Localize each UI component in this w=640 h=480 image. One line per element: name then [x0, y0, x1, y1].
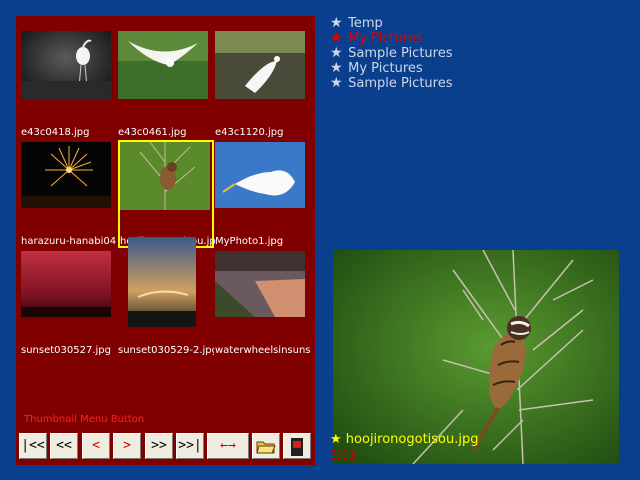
- thumbnail-item[interactable]: sunset030527.jpg: [21, 249, 117, 356]
- swap-button[interactable]: ←→: [207, 433, 249, 459]
- thumbnail-image: [215, 31, 305, 99]
- thumbnail-image: [215, 251, 305, 317]
- thumbnail-item[interactable]: e43c0461.jpg: [118, 31, 214, 138]
- menu-label: Thumbnail Menu Button: [24, 414, 145, 425]
- thumbnail-caption: MyPhoto1.jpg: [215, 236, 284, 247]
- preview-caption: ★ hoojironogotisou.jpg: [330, 432, 479, 447]
- star-icon: ★: [330, 30, 343, 46]
- thumbnail-item-selected[interactable]: hoojironogotisou.jpg: [118, 140, 216, 248]
- swap-icon: ←→: [220, 438, 236, 453]
- star-icon: ★: [330, 432, 342, 447]
- star-icon: ★: [330, 75, 343, 91]
- folder-item[interactable]: ★ My Pictures: [330, 60, 590, 77]
- folder-label: My Pictures: [348, 61, 423, 76]
- thumbnail-item[interactable]: waterwheelsinsunset.jpg: [215, 249, 311, 356]
- navigation-toolbar: |<< << < > >> >>| ←→: [19, 433, 312, 461]
- folder-list: ★ Temp ★ My Pictures ★ Sample Pictures ★…: [330, 15, 590, 92]
- last-button[interactable]: >>|: [176, 433, 204, 459]
- folder-label: Temp: [348, 16, 383, 31]
- folder-item[interactable]: ★ Temp: [330, 15, 590, 32]
- folder-label: Sample Pictures: [348, 46, 453, 61]
- thumbnail-image: [215, 142, 305, 208]
- thumbnail-image: [21, 31, 111, 99]
- thumbnail-caption: sunset030527.jpg: [21, 345, 111, 356]
- thumbnail-image: [21, 251, 111, 317]
- folder-open-icon: [256, 441, 276, 454]
- thumbnail-image: [21, 142, 111, 208]
- prev-page-icon: <<: [56, 438, 72, 453]
- thumbnail-item[interactable]: harazuru-hanabi04.jpg: [21, 140, 117, 247]
- folder-item[interactable]: ★ Sample Pictures: [330, 45, 590, 62]
- prev-icon: <: [92, 438, 100, 453]
- thumbnail-item[interactable]: e43c0418.jpg: [21, 31, 117, 138]
- star-icon: ★: [330, 45, 343, 61]
- device-button[interactable]: [283, 433, 311, 459]
- first-button[interactable]: |<<: [19, 433, 47, 459]
- thumbnail-image: [120, 142, 210, 210]
- last-icon: >>|: [178, 438, 202, 453]
- thumbnail-caption: waterwheelsinsunset.jpg: [215, 345, 311, 356]
- open-folder-button[interactable]: [252, 433, 280, 459]
- next-page-button[interactable]: >>: [145, 433, 173, 459]
- next-page-icon: >>: [151, 438, 167, 453]
- thumbnail-image: [128, 237, 196, 327]
- thumbnail-caption: sunset030529-2.jpg: [118, 345, 214, 356]
- folder-label: Sample Pictures: [348, 76, 453, 91]
- thumbnail-caption: e43c0418.jpg: [21, 127, 90, 138]
- first-icon: |<<: [21, 438, 45, 453]
- thumbnail-caption: harazuru-hanabi04.jpg: [21, 236, 117, 247]
- star-icon: ★: [330, 60, 343, 76]
- thumbnail-caption: e43c1120.jpg: [215, 127, 284, 138]
- thumbnail-item[interactable]: e43c1120.jpg: [215, 31, 311, 138]
- next-button[interactable]: >: [113, 433, 141, 459]
- folder-item-active[interactable]: ★ My Pictures: [330, 30, 590, 47]
- next-icon: >: [123, 438, 131, 453]
- thumbnail-image: [118, 31, 208, 99]
- folder-label: My Pictures: [348, 31, 423, 46]
- thumbnail-item[interactable]: MyPhoto1.jpg: [215, 140, 311, 247]
- prev-button[interactable]: <: [82, 433, 110, 459]
- thumbnail-item[interactable]: sunset030529-2.jpg: [118, 237, 224, 356]
- folder-item[interactable]: ★ Sample Pictures: [330, 75, 590, 92]
- thumbnail-caption: e43c0461.jpg: [118, 127, 187, 138]
- star-icon: ★: [330, 15, 343, 31]
- image-counter: 5/12: [330, 448, 357, 462]
- preview-filename: hoojironogotisou.jpg: [345, 432, 479, 447]
- device-icon: [291, 438, 303, 456]
- thumbnail-panel: e43c0418.jpg e43c0461.jpg e43c1120.jpg h…: [16, 16, 315, 465]
- prev-page-button[interactable]: <<: [50, 433, 78, 459]
